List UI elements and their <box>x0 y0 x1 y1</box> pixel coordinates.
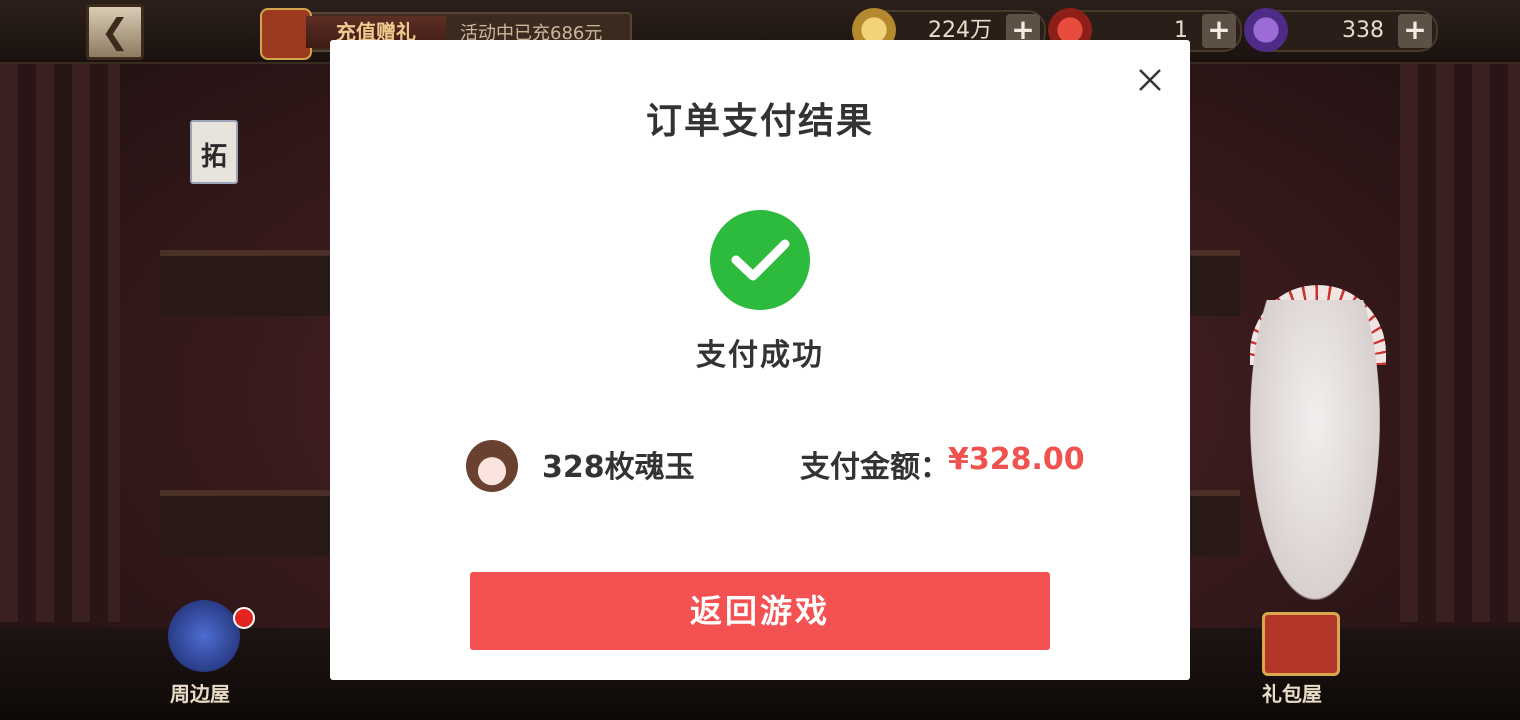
notification-dot <box>233 607 255 629</box>
close-button[interactable] <box>1130 60 1170 100</box>
product-name: 328枚魂玉 <box>542 450 695 485</box>
amount-value: ¥328.00 <box>948 442 1085 477</box>
shelf <box>160 250 340 316</box>
left-curtain <box>0 62 120 622</box>
shelf <box>160 490 340 556</box>
return-to-game-button[interactable]: 返回游戏 <box>470 572 1050 650</box>
payment-result-dialog: 订单支付结果 支付成功 328枚魂玉 支付金额： ¥328.00 返回游戏 <box>330 40 1190 680</box>
daruma-icon[interactable] <box>168 600 240 672</box>
purple-magatama-counter: 338 + <box>1244 8 1438 52</box>
lucky-cat-figure <box>1250 300 1380 600</box>
gift-box-icon[interactable] <box>1262 612 1340 676</box>
right-curtain <box>1400 62 1520 622</box>
chevron-left-icon: ❮ <box>100 12 130 52</box>
purple-magatama-icon <box>1244 8 1288 52</box>
amount-label: 支付金额： <box>800 450 950 485</box>
dialog-title: 订单支付结果 <box>645 101 874 142</box>
add-purple-magatama-button[interactable]: + <box>1398 14 1432 48</box>
tag-tile[interactable]: 拓 <box>190 120 238 184</box>
product-avatar <box>466 440 518 492</box>
gift-shop-label[interactable]: 礼包屋 <box>1262 678 1322 707</box>
payment-status-text: 支付成功 <box>696 338 824 373</box>
back-button[interactable]: ❮ <box>86 4 144 60</box>
close-icon <box>1139 69 1161 91</box>
treasure-chest-icon <box>260 8 312 60</box>
checkmark-icon <box>710 210 810 310</box>
peripheral-shop-label[interactable]: 周边屋 <box>170 678 230 707</box>
add-red-magatama-button[interactable]: + <box>1202 14 1236 48</box>
purple-magatama-value: 338 <box>1342 18 1384 43</box>
